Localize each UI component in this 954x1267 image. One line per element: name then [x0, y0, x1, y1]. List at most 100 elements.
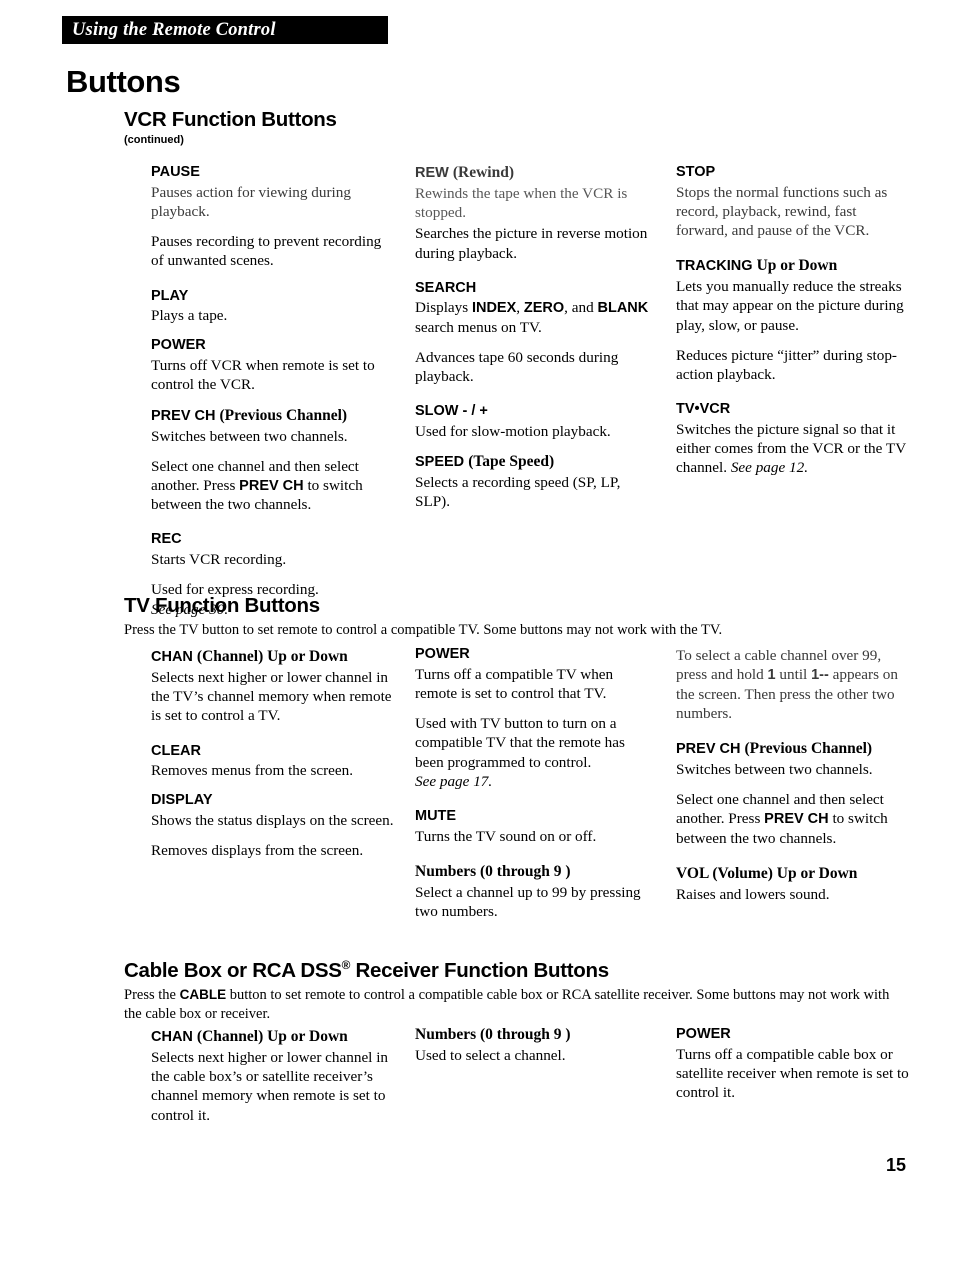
entry-title-key: CHAN	[151, 649, 193, 665]
section-heading-vcr: VCR Function Buttons	[124, 108, 337, 131]
entry-para: Used to select a channel.	[415, 1046, 566, 1064]
section-header-tv: TV Function Buttons Press the TV button …	[124, 594, 804, 640]
entry-search: SEARCH Displays INDEX, ZERO, and BLANK s…	[415, 280, 655, 387]
entry-tv-chan: CHAN (Channel) Up or Down Selects next h…	[151, 648, 394, 726]
entry-title-display: DISPLAY	[151, 792, 213, 809]
section-heading-cable: Cable Box or RCA DSS® Receiver Function …	[124, 958, 892, 983]
section-header-cable: Cable Box or RCA DSS® Receiver Function …	[124, 958, 892, 1024]
entry-cross-reference: See page 17.	[415, 772, 493, 790]
entry-title-suffix: (Previous Channel)	[744, 739, 873, 757]
manual-page: Using the Remote Control Buttons VCR Fun…	[0, 0, 954, 1267]
section-heading-tv: TV Function Buttons	[124, 594, 320, 617]
inline-key-prev-ch: PREV CH	[764, 811, 829, 828]
tv-column-1: CHAN (Channel) Up or Down Selects next h…	[151, 648, 394, 861]
entry-prev-ch: PREV CH (Previous Channel) Switches betw…	[151, 407, 394, 515]
entry-cable-power: POWER Turns off a compatible cable box o…	[676, 1026, 911, 1102]
tv-column-2: POWER Turns off a compatible TV when rem…	[415, 646, 655, 921]
entry-slow: SLOW - / + Used for slow-motion playback…	[415, 403, 655, 441]
vcr-column-2: REW (Rewind) Rewinds the tape when the V…	[415, 164, 655, 512]
tv-column-3: To select a cable channel over 99, press…	[676, 646, 911, 904]
entry-title-prev-ch: PREV CH (Previous Channel)	[676, 740, 911, 759]
entry-title-play: PLAY	[151, 287, 189, 304]
entry-title-tracking: TRACKING Up or Down	[676, 257, 911, 276]
entry-para: Select a channel up to 99 by pressing tw…	[415, 883, 641, 921]
entry-title-search: SEARCH	[415, 279, 477, 296]
entry-tv-numbers: Numbers (0 through 9 ) Select a channel …	[415, 863, 655, 921]
entry-para: Removes displays from the screen.	[151, 842, 364, 860]
entry-para: Switches between two channels.	[676, 760, 873, 778]
entry-para: Turns the TV sound on or off.	[415, 827, 597, 845]
running-header-bar: Using the Remote Control	[62, 16, 388, 44]
entry-title-slow: SLOW - / +	[415, 403, 488, 420]
section-intro-cable: Press the CABLE button to set remote to …	[124, 986, 890, 1022]
entry-play: PLAY Plays a tape.	[151, 288, 394, 326]
entry-para: Stops the normal functions such as recor…	[676, 183, 888, 240]
entry-cross-reference: See page 12.	[730, 459, 809, 477]
entry-para: To select a cable channel over 99, press…	[676, 647, 898, 722]
inline-key-zero: ZERO	[523, 300, 565, 317]
entry-tv-vol: VOL (Volume) Up or Down Raises and lower…	[676, 865, 911, 904]
entry-speed: SPEED (Tape Speed) Selects a recording s…	[415, 453, 655, 511]
entry-title-key: TRACKING	[676, 258, 753, 275]
entry-para: Shows the status displays on the screen.	[151, 812, 394, 830]
entry-cable-chan: CHAN (Channel) Up or Down Selects next h…	[151, 1028, 394, 1125]
entry-tracking: TRACKING Up or Down Lets you manually re…	[676, 257, 911, 384]
entry-para: Rewinds the tape when the VCR is stopped…	[415, 184, 628, 222]
entry-title-stop: STOP	[676, 164, 716, 180]
entry-title-vol: VOL (Volume) Up or Down	[676, 865, 911, 884]
entry-pause: PAUSE Pauses action for viewing during p…	[151, 164, 394, 271]
entry-title-key: SPEED	[415, 454, 465, 471]
entry-para: Used for slow-motion playback.	[415, 423, 611, 441]
entry-title-power: POWER	[151, 337, 206, 354]
inline-key-prev-ch: PREV CH	[239, 477, 304, 494]
entry-para: Select one channel and then select anoth…	[151, 457, 363, 514]
registered-trademark-icon: ®	[341, 958, 351, 972]
entry-title-suffix: (Channel) Up or Down	[196, 648, 348, 665]
entry-para: Turns off a compatible TV when remote is…	[415, 665, 614, 702]
entry-title-suffix: (Channel) Up or Down	[196, 1028, 348, 1045]
entry-title-speed: SPEED (Tape Speed)	[415, 453, 655, 472]
entry-title-suffix: Up or Down	[756, 257, 838, 275]
entry-para: Switches the picture signal so that it e…	[676, 421, 906, 477]
entry-title-key: PREV CH	[676, 740, 741, 757]
entry-para: Used with TV button to turn on a compati…	[415, 715, 625, 771]
entry-tv-vcr: TV•VCR Switches the picture signal so th…	[676, 401, 911, 477]
entry-tv-cable-channel-note: To select a cable channel over 99, press…	[676, 646, 911, 723]
entry-title-numbers: Numbers (0 through 9 )	[415, 1026, 571, 1043]
entry-title-rec: REC	[151, 531, 182, 548]
entry-title-chan: CHAN (Channel) Up or Down	[151, 1028, 394, 1047]
entry-title-pause: PAUSE	[151, 164, 200, 180]
inline-key-index: INDEX	[471, 300, 517, 317]
entry-para: Searches the picture in reverse motion d…	[415, 225, 648, 262]
section-subheading-vcr: (continued)	[124, 134, 184, 146]
entry-para: Removes menus from the screen.	[151, 762, 354, 780]
entry-cable-numbers: Numbers (0 through 9 ) Used to select a …	[415, 1026, 655, 1065]
section-heading-cable-pre: Cable Box or RCA DSS	[124, 958, 342, 982]
page-number: 15	[885, 1155, 906, 1175]
entry-title-key: REW	[415, 165, 449, 181]
entry-stop: STOP Stops the normal functions such as …	[676, 164, 911, 240]
cable-column-3: POWER Turns off a compatible cable box o…	[676, 1026, 911, 1102]
entry-title-key: VOL	[676, 864, 709, 882]
entry-title-numbers: Numbers (0 through 9 )	[415, 862, 571, 880]
entry-para: Selects a recording speed (SP, LP, SLP).	[415, 474, 621, 511]
running-header-text: Using the Remote Control	[72, 19, 276, 40]
entry-title-chan: CHAN (Channel) Up or Down	[151, 648, 394, 667]
section-header-vcr: VCR Function Buttons (continued)	[124, 108, 337, 146]
entry-para: Lets you manually reduce the streaks tha…	[676, 278, 904, 334]
entry-para: Turns off a compatible cable box or sate…	[676, 1045, 909, 1102]
section-heading-cable-post: Receiver Function Buttons	[350, 958, 609, 982]
cable-column-1: CHAN (Channel) Up or Down Selects next h…	[151, 1028, 394, 1125]
vcr-column-1: PAUSE Pauses action for viewing during p…	[151, 164, 394, 619]
entry-para: Displays INDEX, ZERO, and BLANK search m…	[415, 299, 649, 336]
entry-tv-prev-ch: PREV CH (Previous Channel) Switches betw…	[676, 740, 911, 848]
inline-key-blank: BLANK	[597, 300, 649, 317]
entry-para: Starts VCR recording.	[151, 551, 287, 569]
entry-para: Advances tape 60 seconds during playback…	[415, 349, 619, 386]
entry-title-suffix: (Rewind)	[452, 164, 515, 181]
page-title: Buttons	[66, 64, 181, 99]
entry-title-tv-vcr: TV•VCR	[676, 401, 731, 418]
entry-title-clear: CLEAR	[151, 742, 201, 759]
entry-para: Plays a tape.	[151, 307, 228, 325]
entry-rew: REW (Rewind) Rewinds the tape when the V…	[415, 164, 655, 263]
